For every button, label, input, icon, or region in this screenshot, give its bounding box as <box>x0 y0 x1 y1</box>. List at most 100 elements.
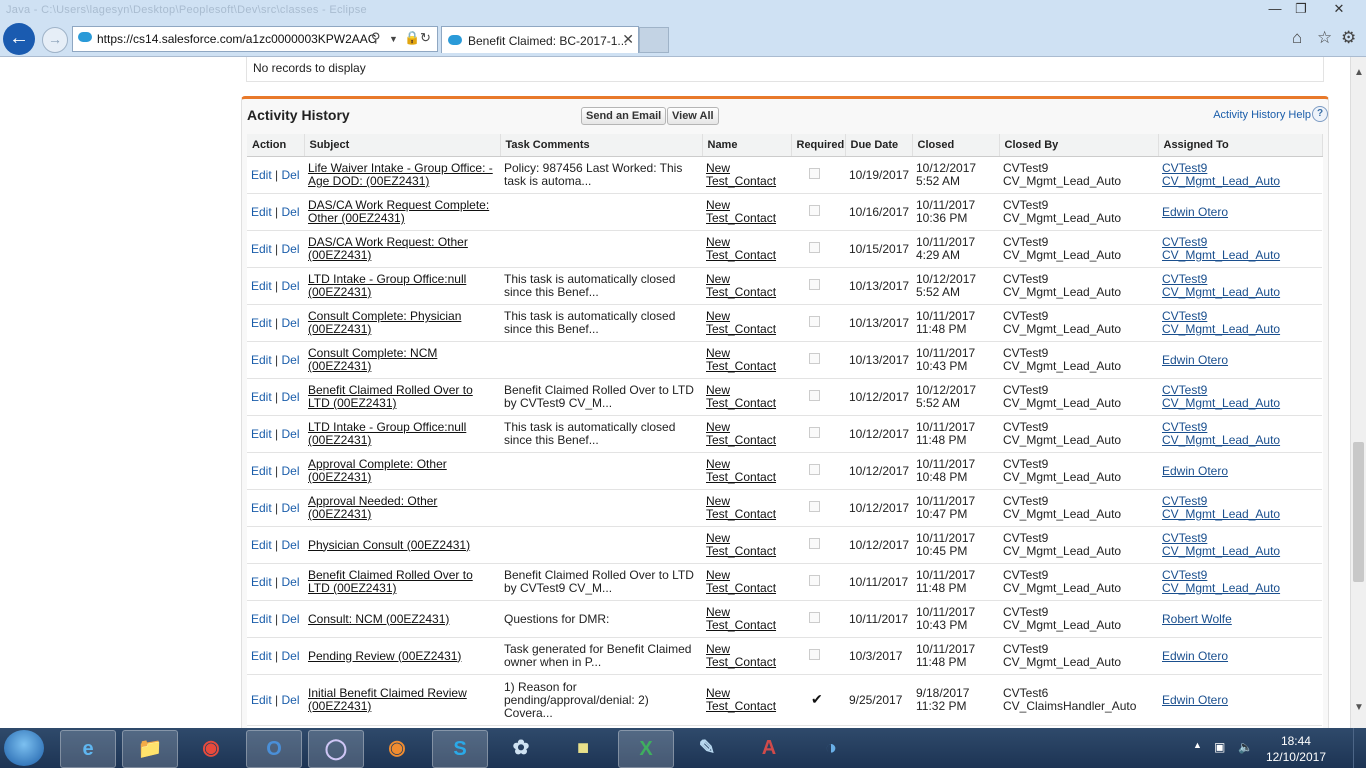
refresh-icon[interactable]: ↻ <box>420 30 431 46</box>
assigned-to-link[interactable]: Edwin Otero <box>1162 693 1228 707</box>
assigned-to-link[interactable]: CVTest9 CV_Mgmt_Lead_Auto <box>1162 531 1280 558</box>
subject-link[interactable]: Life Waiver Intake - Group Office: - Age… <box>308 161 493 188</box>
activity-history-help-link[interactable]: Activity History Help <box>1213 109 1311 121</box>
subject-link[interactable]: Consult: NCM (00EZ2431) <box>308 612 449 626</box>
delete-link[interactable]: Del <box>281 693 299 707</box>
vertical-scrollbar[interactable]: ▲ ▼ <box>1350 57 1366 728</box>
assigned-to-link[interactable]: CVTest9 CV_Mgmt_Lead_Auto <box>1162 309 1280 336</box>
assigned-to-link[interactable]: CVTest9 CV_Mgmt_Lead_Auto <box>1162 568 1280 595</box>
edit-link[interactable]: Edit <box>251 353 272 367</box>
subject-link[interactable]: Physician Consult (00EZ2431) <box>308 538 470 552</box>
outlook-icon[interactable]: O <box>246 730 302 768</box>
column-header[interactable]: Subject <box>304 134 501 157</box>
tray-expand-icon[interactable]: ▲ <box>1193 740 1202 750</box>
subject-link[interactable]: LTD Intake - Group Office:null (00EZ2431… <box>308 272 466 299</box>
edit-link[interactable]: Edit <box>251 316 272 330</box>
volume-icon[interactable]: 🔈 <box>1238 740 1253 754</box>
column-header[interactable]: Closed By <box>999 134 1159 157</box>
edit-link[interactable]: Edit <box>251 390 272 404</box>
back-button[interactable]: ← <box>3 23 35 55</box>
delete-link[interactable]: Del <box>281 612 299 626</box>
assigned-to-link[interactable]: CVTest9 CV_Mgmt_Lead_Auto <box>1162 161 1280 188</box>
delete-link[interactable]: Del <box>281 316 299 330</box>
contact-name-link[interactable]: New Test_Contact <box>706 568 776 595</box>
help-icon[interactable]: ? <box>1312 106 1328 122</box>
subject-link[interactable]: DAS/CA Work Request: Other (00EZ2431) <box>308 235 468 262</box>
subject-link[interactable]: Benefit Claimed Rolled Over to LTD (00EZ… <box>308 383 473 410</box>
column-header[interactable]: Name <box>702 134 792 157</box>
contact-name-link[interactable]: New Test_Contact <box>706 272 776 299</box>
subject-link[interactable]: Initial Benefit Claimed Review (00EZ2431… <box>308 686 467 713</box>
delete-link[interactable]: Del <box>281 575 299 589</box>
favorites-star-icon[interactable]: ☆ <box>1317 28 1332 48</box>
column-header[interactable]: Required <box>791 134 846 157</box>
contact-name-link[interactable]: New Test_Contact <box>706 605 776 632</box>
assigned-to-link[interactable]: Edwin Otero <box>1162 464 1228 478</box>
lock-icon[interactable]: 🔒 <box>404 30 420 46</box>
edit-link[interactable]: Edit <box>251 612 272 626</box>
minimize-button[interactable]: — <box>1262 0 1288 20</box>
delete-link[interactable]: Del <box>281 464 299 478</box>
scrollbar-thumb[interactable] <box>1353 442 1364 582</box>
skype-icon[interactable]: S <box>432 730 488 768</box>
close-tab-icon[interactable]: ✕ <box>622 31 634 48</box>
notepad-icon[interactable]: ✎ <box>680 730 734 766</box>
network-app-icon[interactable]: ◑ <box>804 730 858 766</box>
subject-link[interactable]: Pending Review (00EZ2431) <box>308 649 461 663</box>
edit-link[interactable]: Edit <box>251 168 272 182</box>
scroll-up-arrow-icon[interactable]: ▲ <box>1351 65 1366 81</box>
home-icon[interactable]: ⌂ <box>1292 28 1302 48</box>
contact-name-link[interactable]: New Test_Contact <box>706 309 776 336</box>
settings-gear-icon[interactable]: ⚙ <box>1341 28 1356 48</box>
assigned-to-link[interactable]: Edwin Otero <box>1162 353 1228 367</box>
edit-link[interactable]: Edit <box>251 205 272 219</box>
show-desktop-button[interactable] <box>1353 728 1366 768</box>
delete-link[interactable]: Del <box>281 427 299 441</box>
folder-app-icon[interactable]: ■ <box>556 730 610 766</box>
contact-name-link[interactable]: New Test_Contact <box>706 686 776 713</box>
subject-link[interactable]: LTD Intake - Group Office:null (00EZ2431… <box>308 420 466 447</box>
maximize-button[interactable]: ❐ <box>1288 0 1314 20</box>
close-window-button[interactable]: ✕ <box>1326 0 1352 20</box>
edit-link[interactable]: Edit <box>251 538 272 552</box>
edit-link[interactable]: Edit <box>251 501 272 515</box>
tab-benefit-claimed[interactable]: Benefit Claimed: BC-2017-1... ✕ <box>441 26 639 53</box>
subject-link[interactable]: Consult Complete: NCM (00EZ2431) <box>308 346 437 373</box>
search-icon[interactable]: ⚲ <box>371 30 381 46</box>
contact-name-link[interactable]: New Test_Contact <box>706 198 776 225</box>
forward-button[interactable]: → <box>42 27 68 53</box>
assigned-to-link[interactable]: CVTest9 CV_Mgmt_Lead_Auto <box>1162 420 1280 447</box>
system-clock[interactable]: 18:44 12/10/2017 <box>1266 733 1326 765</box>
contact-name-link[interactable]: New Test_Contact <box>706 346 776 373</box>
contact-name-link[interactable]: New Test_Contact <box>706 494 776 521</box>
assigned-to-link[interactable]: Edwin Otero <box>1162 649 1228 663</box>
edit-link[interactable]: Edit <box>251 427 272 441</box>
assigned-to-link[interactable]: Edwin Otero <box>1162 205 1228 219</box>
delete-link[interactable]: Del <box>281 501 299 515</box>
delete-link[interactable]: Del <box>281 353 299 367</box>
send-email-button[interactable]: Send an Email <box>581 107 667 125</box>
assigned-to-link[interactable]: CVTest9 CV_Mgmt_Lead_Auto <box>1162 272 1280 299</box>
delete-link[interactable]: Del <box>281 538 299 552</box>
delete-link[interactable]: Del <box>281 279 299 293</box>
url-text[interactable]: https://cs14.salesforce.com/a1zc0000003K… <box>97 32 376 46</box>
internet-explorer-icon[interactable]: e <box>60 730 116 768</box>
edit-link[interactable]: Edit <box>251 279 272 293</box>
column-header[interactable]: Assigned To <box>1158 134 1323 157</box>
delete-link[interactable]: Del <box>281 242 299 256</box>
contact-name-link[interactable]: New Test_Contact <box>706 235 776 262</box>
assigned-to-link[interactable]: CVTest9 CV_Mgmt_Lead_Auto <box>1162 494 1280 521</box>
subject-link[interactable]: Approval Complete: Other (00EZ2431) <box>308 457 447 484</box>
delete-link[interactable]: Del <box>281 205 299 219</box>
contact-name-link[interactable]: New Test_Contact <box>706 457 776 484</box>
app-tree-icon[interactable]: ✿ <box>494 730 548 766</box>
network-icon[interactable]: ▣ <box>1214 740 1225 754</box>
edit-link[interactable]: Edit <box>251 242 272 256</box>
contact-name-link[interactable]: New Test_Contact <box>706 161 776 188</box>
column-header[interactable]: Task Comments <box>500 134 703 157</box>
view-all-button[interactable]: View All <box>667 107 719 125</box>
column-header[interactable]: Closed <box>912 134 1000 157</box>
file-explorer-icon[interactable]: 📁 <box>122 730 178 768</box>
subject-link[interactable]: Consult Complete: Physician (00EZ2431) <box>308 309 461 336</box>
assigned-to-link[interactable]: Robert Wolfe <box>1162 612 1232 626</box>
